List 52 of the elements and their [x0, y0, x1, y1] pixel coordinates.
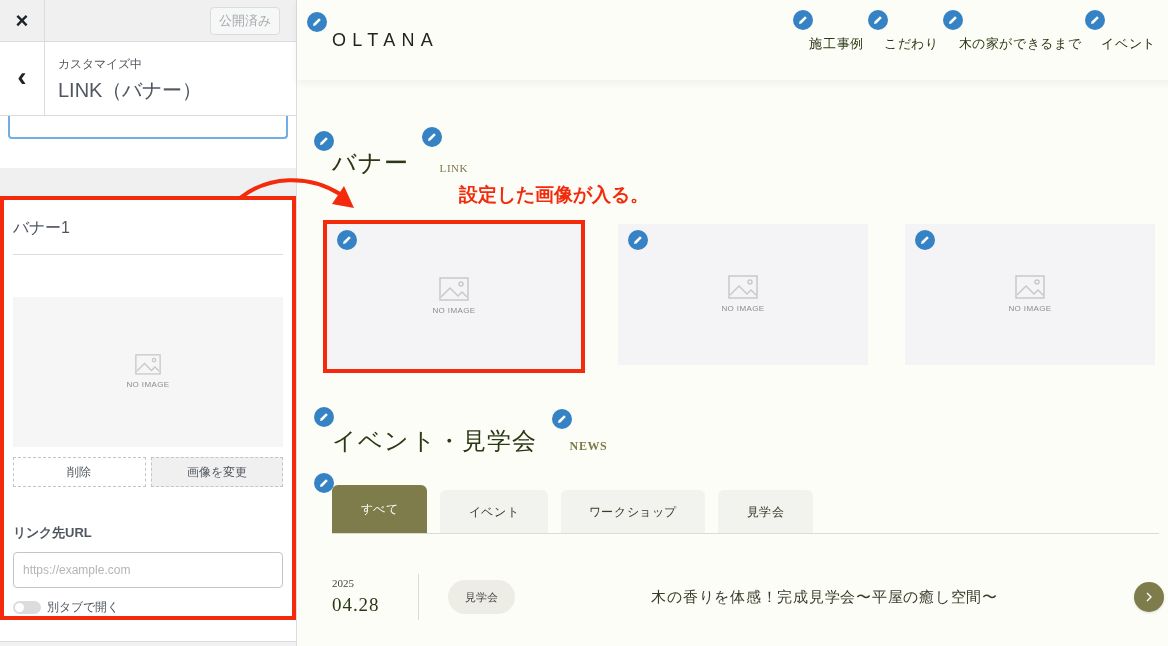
edit-pencil-icon[interactable] [314, 473, 334, 493]
event-tag: 見学会 [448, 580, 515, 614]
edit-pencil-icon[interactable] [314, 131, 334, 151]
edit-pencil-icon[interactable] [793, 10, 814, 30]
edit-pencil-icon[interactable] [314, 407, 334, 427]
url-label: リンク先URL [13, 524, 93, 543]
next-arrow-button[interactable] [1134, 582, 1164, 612]
event-year: 2025 [332, 575, 355, 591]
edit-pencil-icon[interactable] [551, 409, 572, 429]
event-title[interactable]: 木の香りを体感！完成見学会〜平屋の癒し空間〜 [515, 585, 1134, 609]
nav-link[interactable]: イベント [1101, 36, 1156, 51]
annotation-text: 設定した画像が入る。 [459, 185, 650, 204]
section-subheading: NEWS [569, 439, 608, 453]
new-tab-label: 別タブで開く [47, 599, 119, 616]
edit-pencil-icon[interactable] [337, 230, 357, 250]
section-subheading: LINK [439, 162, 469, 174]
nav-link[interactable]: 施工事例 [809, 36, 864, 51]
site-logo[interactable]: OLTANA [332, 29, 440, 50]
edit-pencil-icon[interactable] [628, 230, 648, 250]
category-tab[interactable]: イベント [440, 490, 548, 533]
category-tab[interactable]: すべて [332, 485, 427, 533]
edit-pencil-icon[interactable] [942, 10, 963, 30]
no-image-label: NO IMAGE [126, 378, 170, 391]
image-placeholder-icon [135, 353, 161, 375]
image-placeholder-icon [728, 274, 758, 299]
textarea-field[interactable] [8, 116, 288, 139]
edit-pencil-icon[interactable] [1085, 10, 1106, 30]
category-tab[interactable]: ワークショップ [561, 490, 705, 533]
edit-pencil-icon[interactable] [915, 230, 935, 250]
no-image-label: NO IMAGE [432, 304, 476, 317]
nav-link[interactable]: こだわり [883, 36, 939, 51]
no-image-label: NO IMAGE [721, 302, 765, 315]
category-tab[interactable]: 見学会 [718, 490, 813, 533]
banner-item-title: バナー1 [13, 218, 71, 238]
close-button[interactable]: × [0, 0, 45, 41]
nav-link[interactable]: 木の家ができるまで [958, 36, 1082, 51]
event-date: 04.28 [332, 593, 381, 617]
change-image-button[interactable]: 画像を変更 [150, 457, 283, 488]
url-input[interactable]: https://example.com [13, 551, 283, 588]
back-button[interactable]: ‹ [0, 42, 45, 115]
edit-pencil-icon[interactable] [421, 127, 442, 147]
section-heading: イベント・見学会 [332, 427, 538, 456]
edit-pencil-icon[interactable] [307, 11, 327, 32]
image-placeholder-icon [1015, 274, 1045, 299]
no-image-label: NO IMAGE [1008, 302, 1052, 315]
customizing-label: カスタマイズ中 [58, 56, 143, 73]
image-placeholder-icon [439, 276, 469, 301]
section-heading: バナー [332, 149, 410, 178]
section-title: LINK（バナー） [58, 78, 203, 103]
edit-pencil-icon[interactable] [867, 10, 888, 30]
remove-button[interactable]: 削除 [13, 457, 146, 488]
new-tab-toggle[interactable] [13, 600, 41, 614]
